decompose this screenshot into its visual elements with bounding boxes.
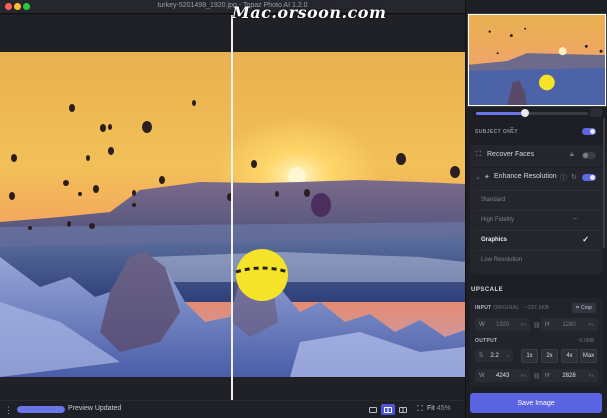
lock-icon: 🔒︎ [570,151,574,158]
model-option-label: Low Resolution [481,257,523,263]
crop-button[interactable]: ⌗ Crop [572,303,596,313]
scale-unit: X [506,353,509,358]
enhance-resolution-toggle[interactable] [582,174,596,181]
status-bar: ⋮ Preview Updated ⛶ Fit 45% [0,400,465,418]
scale-4x-button[interactable]: 4x [561,349,578,363]
chevron-down-icon[interactable]: ⌄ [475,173,481,181]
output-height-value: 2828 [562,372,576,379]
sparkle-icon: ✦ [484,174,490,181]
face-icon: ⛶ [476,151,481,158]
model-option-high-fidelity[interactable]: High Fidelity – [475,210,599,229]
split-view-button[interactable] [381,404,395,415]
link-icon: ⛓ [533,323,541,329]
unit-label: PX [520,373,526,378]
scale-value: 2.2 [490,352,499,359]
model-option-label: Standard [481,197,506,203]
input-height-value: 1280 [562,321,576,328]
unit-label: PX [520,322,526,327]
model-option-graphics[interactable]: Graphics ✓ [475,230,599,249]
single-view-button[interactable] [366,404,380,415]
slider-fill [476,112,526,115]
preview-progress-bar [17,406,65,413]
input-label-text: INPUT [475,305,492,311]
output-width-value: 4243 [495,372,510,379]
height-prefix: H [545,321,550,328]
watermark-text: Mac.orsoon.com [232,3,387,22]
scale-prefix: S [479,352,484,359]
model-option-standard[interactable]: Standard [475,190,599,209]
unit-label: PX [588,373,594,378]
more-menu-icon[interactable]: ⋮ [4,405,13,416]
side-by-side-icon [399,406,407,413]
zoom-slider[interactable] [476,109,588,117]
enhance-resolution-label[interactable]: Enhance Resolution [494,173,557,180]
output-label: OUTPUT [475,338,498,344]
subject-only-toggle[interactable] [582,128,596,135]
save-image-button[interactable]: Save Image [470,393,602,413]
width-prefix: W [479,372,485,379]
toggle-knob [590,175,595,180]
info-icon[interactable]: ⓘ [560,173,567,183]
scale-max-button[interactable]: Max [580,349,597,363]
navigator-thumbnail[interactable] [467,13,607,107]
recover-faces-toggle[interactable] [582,152,596,159]
single-view-icon [369,406,377,413]
crop-label: Crop [580,305,592,311]
before-after-split-handle[interactable] [231,15,233,400]
output-size-note: ~6.0MB [577,338,595,344]
scale-1x-button[interactable]: 1x [521,349,538,363]
crop-icon: ⌗ [576,305,579,311]
recover-faces-label[interactable]: Recover Faces [487,151,534,158]
output-height-field[interactable]: H 2828 PX [541,369,598,382]
checkmark-icon: ✓ [582,235,589,244]
model-option-label: Graphics [481,237,508,243]
split-view-icon [384,406,392,413]
input-width-value: 1920 [495,321,510,328]
input-size-note: ORIGINAL · ~297.5KB [493,305,550,311]
output-width-field[interactable]: W 4243 PX [475,369,530,382]
height-prefix: H [545,372,550,379]
preview-status-text: Preview Updated [68,405,122,412]
zoom-control[interactable]: Fit 45% [427,405,451,412]
width-prefix: W [479,321,485,328]
unit-label: PX [588,322,594,327]
subject-target-icon[interactable]: ⌗ [510,126,514,134]
fit-screen-icon[interactable]: ⛶ [417,404,423,414]
input-height-field: H 1280 PX [541,318,598,331]
panel-scrollbar[interactable] [603,118,605,248]
scale-field[interactable]: S 2.2 X [475,349,513,362]
input-label: INPUT ORIGINAL · ~297.5KB [475,305,549,311]
model-option-low-resolution[interactable]: Low Resolution [475,250,599,269]
side-by-side-view-button[interactable] [396,404,410,415]
zoom-value: 45% [436,405,451,412]
slider-knob[interactable] [521,109,530,117]
toggle-knob [583,153,588,158]
progress-fill [17,406,65,413]
minus-icon: – [573,215,577,222]
scale-2x-button[interactable]: 2x [541,349,558,363]
model-option-label: High Fidelity [481,217,515,223]
slider-value-field[interactable] [590,108,602,117]
topaz-photo-ai-window: turkey-5201498_1920.jpg - Topaz Photo AI… [0,0,607,418]
input-width-field: W 1920 PX [475,318,530,331]
upscale-heading: UPSCALE [471,287,504,293]
fit-label: Fit [427,405,435,412]
reset-icon[interactable]: ↻ [571,173,577,181]
aspect-lock-icon[interactable]: ⛓ [533,373,541,380]
toggle-knob [590,129,595,134]
